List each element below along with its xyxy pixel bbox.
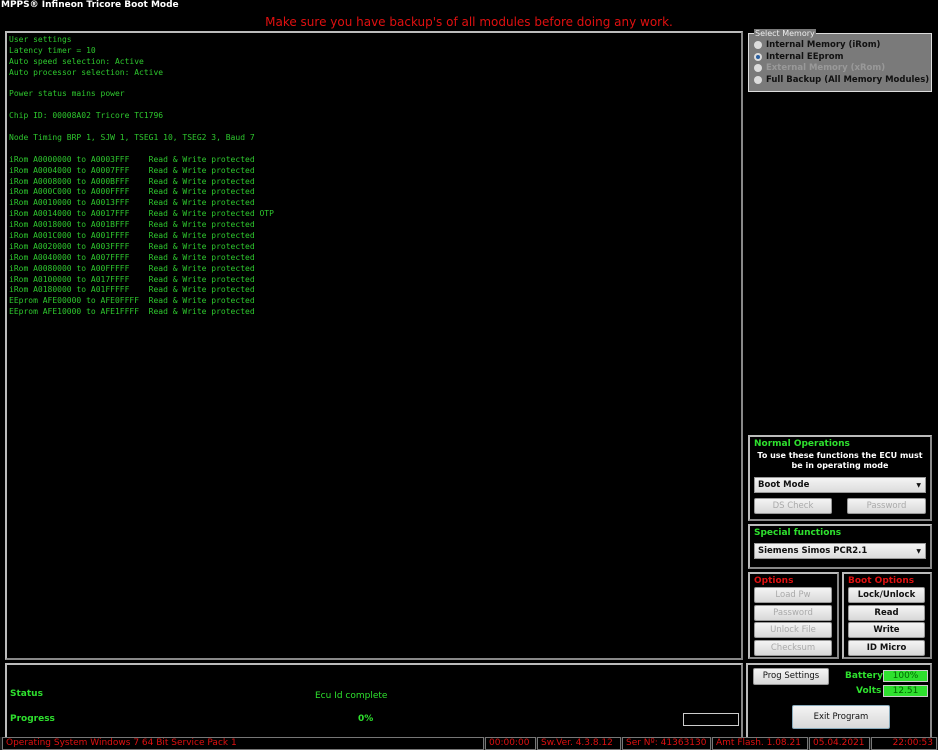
memory-option-radio[interactable]: Internal EEprom [754,52,843,62]
radio-icon [754,41,762,49]
radio-icon [754,52,762,61]
select-memory-legend: Select Memory [754,29,816,38]
memory-option-radio: External Memory (xRom) [754,63,885,73]
console-line: EEprom AFE10000 to AFE1FFFF Read & Write… [9,307,255,317]
console-line: Auto processor selection: Active [9,67,164,77]
elapsed-time: 00:00:00 [485,737,536,750]
normal-operations-panel: Normal Operations To use these functions… [748,435,932,521]
console-line: Latency timer = 10 [9,45,96,55]
console-line: iRom A0008000 to A000BFFF Read & Write p… [9,176,255,186]
progress-value: 0% [358,714,374,724]
status-value: Ecu Id complete [315,691,388,701]
console-line: iRom A0004000 to A0007FFF Read & Write p… [9,165,255,175]
exit-program-button[interactable]: Exit Program [792,705,890,729]
volts-value: 12.51 [883,685,928,697]
memory-option-label: Internal Memory (iRom) [766,40,881,50]
chevron-down-icon: ▼ [916,482,921,489]
special-functions-panel: Special functions Siemens Simos PCR2.1 ▼ [748,524,932,569]
boot-options-title: Boot Options [848,576,915,586]
console-line: EEprom AFE00000 to AFE0FFFF Read & Write… [9,296,255,306]
software-version: Sw.Ver. 4.3.8.12 [537,737,621,750]
console-line: iRom A0000000 to A0003FFF Read & Write p… [9,154,255,164]
mode-dropdown[interactable]: Boot Mode ▼ [754,477,926,493]
console-line: iRom A0040000 to A007FFFF Read & Write p… [9,252,255,262]
console-line: iRom A0018000 to A001BFFF Read & Write p… [9,220,255,230]
options-panel: Options Load Pw Password Unlock File Checks… [748,572,839,659]
console-line: Power status mains power [9,89,125,99]
controls-panel: Prog Settings Battery 100% Volts 12.51 E… [746,663,932,740]
mode-value: Boot Mode [758,480,810,490]
radio-icon [754,64,762,72]
options-title: Options [754,576,794,586]
memory-option-label: External Memory (xRom) [766,63,886,73]
boot-options-panel: Boot Options Lock/Unlock Read Write ID Micr… [842,572,932,659]
radio-icon [754,75,762,84]
status-label: Status [10,689,43,699]
serial-number: Ser Nº: 41363130 [622,737,711,750]
console-line: iRom A0180000 to A01FFFFF Read & Write p… [9,285,255,295]
memory-option-radio[interactable]: Full Backup (All Memory Modules) [754,75,929,85]
select-memory-group: Select Memory Internal Memory (iRom) Inte… [748,29,932,92]
time: 22:00:53 [871,737,937,750]
options-button-unlock-file[interactable]: Unlock File [754,622,832,638]
ds-check-button[interactable]: DS Check [754,498,832,514]
console-line: iRom A0080000 to A00FFFFF Read & Write p… [9,263,255,273]
battery-label: Battery [845,671,883,681]
boot-options-button-write[interactable]: Write [848,622,925,638]
prog-settings-button[interactable]: Prog Settings [753,668,829,685]
special-functions-title: Special functions [754,528,842,538]
console-line: iRom A0100000 to A017FFFF Read & Write p… [9,274,255,284]
memory-option-radio[interactable]: Internal Memory (iRom) [754,40,880,50]
battery-value: 100% [883,670,928,682]
console-line: iRom A0020000 to A003FFFF Read & Write p… [9,241,255,251]
console-line: iRom A000C000 to A000FFFF Read & Write p… [9,187,255,197]
window-title: MPPS® Infineon Tricore Boot Mode [1,0,179,10]
boot-options-button-read[interactable]: Read [848,604,925,621]
date: 05.04.2021 [809,737,870,750]
progress-bar [683,713,739,726]
status-panel: Status Ecu Id complete Progress 0% [5,663,743,740]
normal-operations-note: To use these functions the ECU must be i… [757,451,923,470]
backup-warning: Make sure you have backup's of all modul… [265,15,673,29]
options-button-load-pw[interactable]: Load Pw [754,587,832,603]
boot-options-button-id-micro[interactable]: ID Micro [848,639,925,656]
console-line: User settings [9,35,72,44]
console-line: Chip ID: 00008A02 Tricore TC1796 [9,111,164,121]
memory-option-label: Internal EEprom [766,51,844,62]
progress-label: Progress [10,714,55,724]
console-line: iRom A0010000 to A0013FFF Read & Write p… [9,198,255,208]
console-line: iRom A0014000 to A0017FFF Read & Write p… [9,209,274,219]
special-functions-value: Siemens Simos PCR2.1 [758,546,868,556]
password-button[interactable]: Password [847,498,926,514]
console-line: iRom A001C000 to A001FFFF Read & Write p… [9,231,255,241]
flash-count: Amt Flash. 1.08.21 [712,737,808,750]
console-log: User settings Latency timer = 10 Auto spee… [5,31,743,660]
special-functions-dropdown[interactable]: Siemens Simos PCR2.1 ▼ [754,543,926,559]
console-line: Auto speed selection: Active [9,56,144,66]
os-info: Operating System Windows 7 64 Bit Servic… [2,737,484,750]
options-button-password[interactable]: Password [754,604,832,621]
console-line: Node Timing BRP 1, SJW 1, TSEG1 10, TSEG… [9,133,255,143]
options-button-checksum[interactable]: Checksum [754,639,832,656]
chevron-down-icon: ▼ [916,548,921,555]
volts-label: Volts [856,686,882,696]
memory-option-label: Full Backup (All Memory Modules) [766,74,930,85]
boot-options-button-lock-unlock[interactable]: Lock/Unlock [848,587,925,603]
normal-operations-title: Normal Operations [754,439,850,449]
